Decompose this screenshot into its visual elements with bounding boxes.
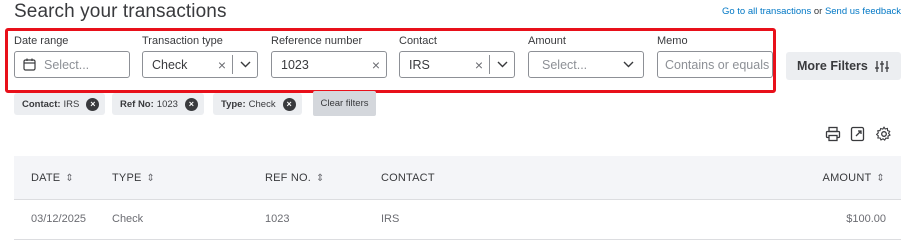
date-range-select[interactable]: Select...	[14, 51, 130, 78]
column-header-contact: CONTACT	[381, 172, 435, 184]
reference-number-value: 1023	[281, 57, 309, 72]
date-range-label: Date range	[14, 35, 69, 47]
amount-placeholder: Select...	[542, 57, 588, 72]
sort-icon[interactable]: ⇕	[147, 173, 156, 184]
chevron-down-icon[interactable]	[490, 61, 514, 68]
column-header-date[interactable]: DATE ⇕	[31, 172, 74, 184]
cell-contact: IRS	[381, 213, 400, 225]
calendar-icon	[15, 58, 36, 71]
memo-placeholder: Contains or equals	[665, 57, 770, 72]
reference-number-label: Reference number	[271, 35, 363, 47]
memo-input[interactable]: Contains or equals	[657, 51, 773, 78]
chip-value: 1023	[156, 98, 178, 110]
column-header-amount[interactable]: AMOUNT ⇕	[823, 172, 885, 184]
amount-label: Amount	[528, 35, 566, 47]
go-to-all-transactions-link[interactable]: Go to all transactions	[722, 6, 811, 17]
top-links: Go to all transactions or Send us feedba…	[722, 6, 901, 17]
cell-amount: $100.00	[846, 213, 886, 225]
chevron-down-icon[interactable]	[613, 61, 643, 68]
send-feedback-link[interactable]: Send us feedback	[825, 6, 901, 17]
sort-icon[interactable]: ⇕	[65, 173, 74, 184]
sort-icon[interactable]: ⇕	[316, 173, 325, 184]
clear-filters-button[interactable]: Clear filters	[313, 91, 376, 116]
clear-reference-number-icon[interactable]: ×	[366, 57, 386, 73]
clear-contact-icon[interactable]: ×	[469, 57, 489, 73]
cell-ref-no: 1023	[265, 213, 290, 225]
date-range-placeholder: Select...	[44, 57, 90, 72]
chevron-down-icon[interactable]	[233, 61, 257, 68]
page-title: Search your transactions	[14, 1, 227, 22]
filter-chip-ref-no: Ref No: 1023 ×	[112, 93, 204, 115]
contact-value: IRS	[409, 57, 430, 72]
filter-chip-contact: Contact: IRS ×	[14, 93, 106, 115]
remove-chip-icon[interactable]: ×	[282, 97, 296, 111]
settings-gear-icon[interactable]	[875, 126, 892, 147]
contact-label: Contact	[399, 35, 437, 47]
chip-key: Ref No:	[120, 98, 154, 110]
sliders-icon	[868, 60, 889, 73]
chip-key: Type:	[221, 98, 246, 110]
column-header-ref-no[interactable]: REF NO. ⇕	[265, 172, 325, 184]
sort-icon[interactable]: ⇕	[876, 173, 885, 184]
more-filters-label: More Filters	[797, 59, 868, 73]
more-filters-button[interactable]: More Filters	[786, 52, 901, 80]
remove-chip-icon[interactable]: ×	[86, 97, 100, 111]
column-header-type[interactable]: TYPE ⇕	[112, 172, 155, 184]
amount-select[interactable]: Select...	[528, 51, 644, 78]
link-separator-text: or	[811, 6, 825, 17]
contact-select[interactable]: IRS ×	[399, 51, 515, 78]
cell-type: Check	[112, 213, 144, 225]
chip-value: Check	[248, 98, 276, 110]
memo-label: Memo	[657, 35, 688, 47]
cell-date: 03/12/2025	[31, 213, 87, 225]
filter-chip-type: Type: Check ×	[213, 93, 302, 115]
table-row[interactable]	[14, 200, 901, 240]
chip-key: Contact:	[22, 98, 61, 110]
print-icon[interactable]	[825, 126, 841, 147]
transaction-type-select[interactable]: Check ×	[142, 51, 258, 78]
reference-number-input[interactable]: 1023 ×	[271, 51, 387, 78]
remove-chip-icon[interactable]: ×	[184, 97, 198, 111]
chip-value: IRS	[63, 98, 80, 110]
transaction-type-value: Check	[152, 57, 188, 72]
clear-transaction-type-icon[interactable]: ×	[212, 57, 232, 73]
export-icon[interactable]	[850, 126, 866, 147]
transaction-type-label: Transaction type	[142, 35, 223, 47]
